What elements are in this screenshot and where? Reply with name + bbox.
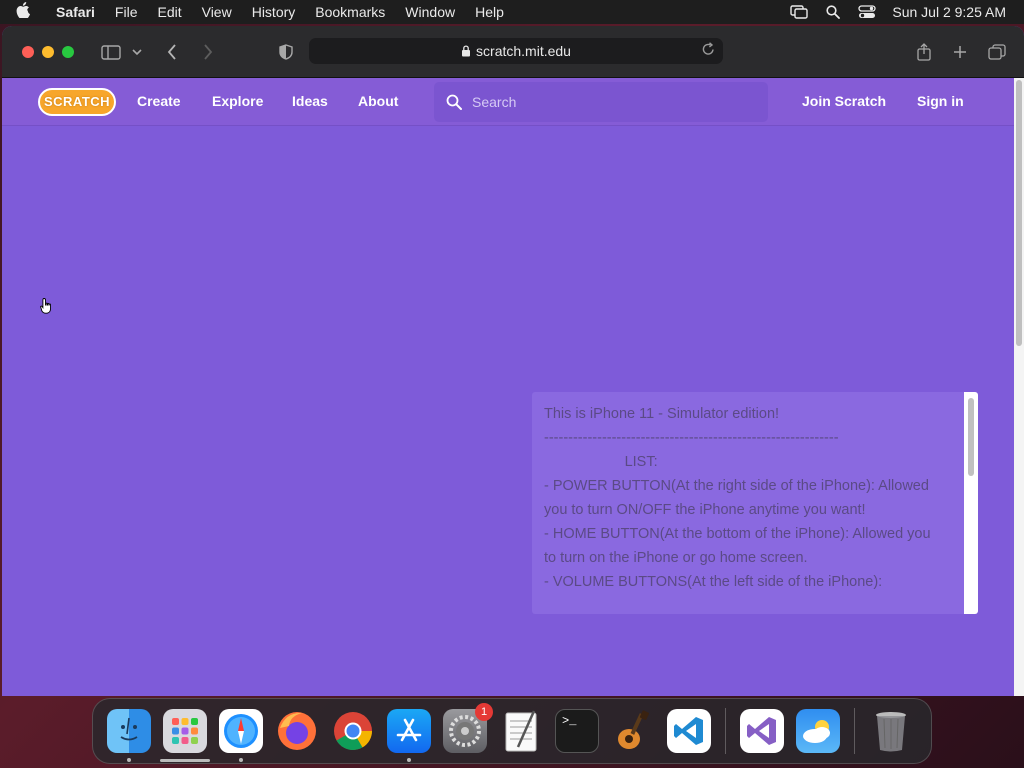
notes-scrollbar[interactable] <box>964 392 978 614</box>
search-icon <box>446 94 462 110</box>
window-controls <box>2 45 82 58</box>
control-center-icon[interactable] <box>850 5 884 19</box>
terminal-icon[interactable]: >_ <box>555 709 599 753</box>
textedit-icon[interactable] <box>499 709 543 753</box>
scratch-page: SCRATCH Create Explore Ideas About Join … <box>2 78 1014 696</box>
safari-running-indicator <box>239 758 243 762</box>
menu-bar: Safari File Edit View History Bookmarks … <box>0 0 1024 24</box>
firefox-icon[interactable] <box>275 709 319 753</box>
screen-mirroring-icon[interactable] <box>782 5 816 19</box>
url-text: scratch.mit.edu <box>476 43 571 59</box>
finder-icon[interactable] <box>107 709 151 762</box>
lock-icon <box>462 45 471 57</box>
launchpad-icon[interactable] <box>160 709 210 762</box>
trash-icon[interactable] <box>869 709 913 753</box>
chrome-icon[interactable] <box>331 709 375 753</box>
vscode-icon[interactable] <box>667 709 711 753</box>
menu-history[interactable]: History <box>242 4 306 20</box>
menu-file[interactable]: File <box>105 4 148 20</box>
app-store-running-indicator <box>407 758 411 762</box>
scratch-navbar: SCRATCH Create Explore Ideas About Join … <box>2 78 1014 126</box>
back-button-icon[interactable] <box>162 38 182 66</box>
search-input[interactable] <box>472 94 752 110</box>
reload-icon[interactable] <box>702 42 715 59</box>
share-icon[interactable] <box>914 38 934 66</box>
launchpad-running-indicator <box>160 759 210 762</box>
terminal-prompt-glyph: >_ <box>562 714 577 728</box>
project-notes-panel[interactable]: This is iPhone 11 - Simulator edition! -… <box>532 392 978 614</box>
nav-link-ideas[interactable]: Ideas <box>292 93 328 109</box>
project-notes-text: This is iPhone 11 - Simulator edition! -… <box>544 406 931 590</box>
menu-window[interactable]: Window <box>395 4 465 20</box>
notes-scrollbar-thumb[interactable] <box>968 398 974 476</box>
dock: 1 >_ <box>92 698 932 764</box>
spotlight-search-icon[interactable] <box>816 5 850 19</box>
nav-link-create[interactable]: Create <box>137 93 181 109</box>
menu-view[interactable]: View <box>192 4 242 20</box>
zoom-window-icon[interactable] <box>62 45 74 58</box>
nav-link-about[interactable]: About <box>358 93 398 109</box>
safari-window: scratch.mit.edu SCRATCH Create Explore I… <box>2 26 1024 696</box>
forward-button-icon[interactable] <box>198 38 218 66</box>
search-box[interactable] <box>434 82 768 122</box>
close-window-icon[interactable] <box>22 45 34 58</box>
nav-link-explore[interactable]: Explore <box>212 93 263 109</box>
safari-icon[interactable] <box>219 709 263 762</box>
garageband-icon[interactable] <box>611 709 655 753</box>
menu-edit[interactable]: Edit <box>147 4 191 20</box>
tab-group-chevron-icon[interactable] <box>130 38 144 66</box>
tab-overview-icon[interactable] <box>986 38 1008 66</box>
page-scrollbar-thumb[interactable] <box>1016 80 1022 346</box>
settings-notification-badge: 1 <box>475 703 493 721</box>
join-scratch-link[interactable]: Join Scratch <box>802 93 886 109</box>
visual-studio-icon[interactable] <box>740 709 784 753</box>
minimize-window-icon[interactable] <box>42 45 54 58</box>
scratch-logo[interactable]: SCRATCH <box>38 87 116 116</box>
weather-icon[interactable] <box>796 709 840 753</box>
app-store-icon[interactable] <box>387 709 431 762</box>
privacy-shield-icon[interactable] <box>276 38 296 66</box>
system-settings-icon[interactable]: 1 <box>443 703 493 753</box>
dock-separator <box>725 708 726 754</box>
dock-separator <box>854 708 855 754</box>
finder-running-indicator <box>127 758 131 762</box>
menu-bar-clock[interactable]: Sun Jul 2 9:25 AM <box>884 4 1006 20</box>
address-bar[interactable]: scratch.mit.edu <box>309 38 723 64</box>
menu-bookmarks[interactable]: Bookmarks <box>305 4 395 20</box>
apple-menu-icon[interactable] <box>0 1 46 23</box>
menu-safari[interactable]: Safari <box>46 4 105 20</box>
page-scrollbar[interactable] <box>1014 78 1024 696</box>
browser-toolbar: scratch.mit.edu <box>2 26 1024 78</box>
sign-in-link[interactable]: Sign in <box>917 93 964 109</box>
hand-pointer-cursor-icon <box>40 298 51 314</box>
menu-help[interactable]: Help <box>465 4 514 20</box>
new-tab-icon[interactable] <box>950 38 970 66</box>
sidebar-toggle-icon[interactable] <box>100 38 122 66</box>
